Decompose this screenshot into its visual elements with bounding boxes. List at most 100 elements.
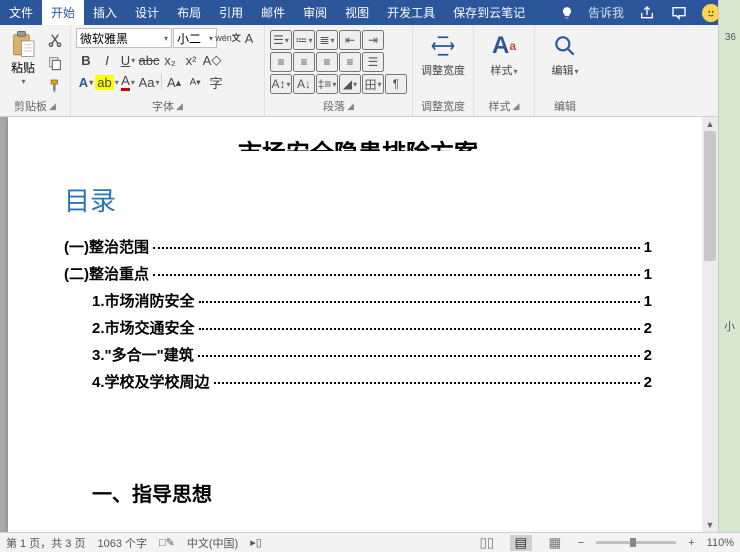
superscript-button[interactable]: x² [181, 50, 201, 70]
decrease-indent-button[interactable]: ⇤ [339, 30, 361, 50]
tab-insert[interactable]: 插入 [84, 0, 126, 25]
vertical-scrollbar[interactable]: ▲ ▼ [702, 117, 718, 532]
copy-button[interactable] [45, 53, 65, 73]
view-print-button[interactable]: ▤ [510, 535, 532, 551]
text-effects-button[interactable]: A▾ [76, 72, 96, 92]
toc-entry[interactable]: 4.学校及学校周边2 [64, 371, 652, 392]
group-styles: Aa 样式▾ 样式◢ [474, 25, 535, 116]
document-area: 市场安全隐患排除方案 目录 (一)整治范围1 (二)整治重点1 1.市场消防安全… [0, 117, 718, 532]
adjust-width-button[interactable]: 调整宽度 [418, 28, 468, 78]
font-launcher-icon[interactable]: ◢ [176, 101, 183, 112]
zoom-in-button[interactable]: + [688, 537, 694, 549]
strike-button[interactable]: abc [139, 50, 159, 70]
text-direction-button[interactable]: A↕▾ [270, 74, 292, 94]
align-center-button[interactable]: ≡ [293, 52, 315, 72]
status-spellcheck-icon[interactable]: □✎ [159, 536, 175, 549]
paste-button[interactable]: 粘贴▾ [5, 28, 41, 96]
group-width: 调整宽度 调整宽度 [413, 25, 474, 116]
lightbulb-icon[interactable] [560, 6, 574, 20]
enclose-char-button[interactable]: 字 [206, 72, 226, 92]
find-icon [551, 32, 579, 60]
bullets-button[interactable]: ☰▾ [270, 30, 292, 50]
status-bar: 第 1 页，共 3 页 1063 个字 □✎ 中文(中国) ▸▯ ▯▯ ▤ ▦ … [0, 532, 740, 552]
grow-font-button[interactable]: A▴ [164, 72, 184, 92]
show-marks-button[interactable]: ¶ [385, 74, 407, 94]
group-font-label: 字体 [152, 98, 174, 114]
format-painter-button[interactable] [45, 76, 65, 96]
scroll-down-icon[interactable]: ▼ [702, 518, 718, 532]
font-name-combo[interactable]: 微软雅黑▾ [76, 28, 172, 48]
highlight-button[interactable]: ab▾ [97, 72, 117, 92]
align-left-button[interactable]: ≡ [270, 52, 292, 72]
zoom-out-button[interactable]: − [578, 537, 584, 549]
increase-indent-button[interactable]: ⇥ [362, 30, 384, 50]
multilevel-button[interactable]: ≣▾ [316, 30, 338, 50]
align-right-button[interactable]: ≡ [316, 52, 338, 72]
group-paragraph-label: 段落 [323, 98, 345, 114]
tab-save-cloud[interactable]: 保存到云笔记 [444, 0, 534, 25]
zoom-level[interactable]: 110% [707, 537, 734, 549]
tab-design[interactable]: 设计 [126, 0, 168, 25]
font-size-combo[interactable]: 小二▾ [173, 28, 217, 48]
phonetic-guide-button[interactable]: wén文 [218, 28, 238, 48]
status-page[interactable]: 第 1 页，共 3 页 [6, 535, 85, 551]
char-border-button[interactable]: A [239, 28, 259, 48]
zoom-slider[interactable] [596, 541, 676, 544]
tab-devtools[interactable]: 开发工具 [378, 0, 444, 25]
italic-button[interactable]: I [97, 50, 117, 70]
bold-button[interactable]: B [76, 50, 96, 70]
subscript-button[interactable]: x₂ [160, 50, 180, 70]
line-spacing-button[interactable]: ‡≡▾ [316, 74, 338, 94]
font-color-button[interactable]: A▾ [118, 72, 138, 92]
scroll-up-icon[interactable]: ▲ [702, 117, 718, 131]
sort-button[interactable]: A↓ [293, 74, 315, 94]
tab-review[interactable]: 审阅 [294, 0, 336, 25]
status-word-count[interactable]: 1063 个字 [97, 535, 147, 551]
section-heading: 一、指导思想 [64, 478, 652, 507]
group-clipboard-label: 剪贴板 [14, 98, 47, 114]
editing-button[interactable]: 编辑▾ [540, 28, 590, 78]
group-clipboard: 粘贴▾ 剪贴板◢ [0, 25, 71, 116]
toc-entry[interactable]: 1.市场消防安全1 [64, 290, 652, 311]
status-language[interactable]: 中文(中国) [187, 535, 238, 551]
view-web-button[interactable]: ▦ [544, 535, 566, 551]
tell-me-label[interactable]: 告诉我 [588, 4, 624, 21]
clear-format-button[interactable]: A◇ [202, 50, 222, 70]
group-styles-label: 样式 [489, 98, 511, 114]
clipboard-launcher-icon[interactable]: ◢ [49, 101, 56, 112]
toc-heading: 目录 [64, 181, 652, 218]
tab-home[interactable]: 开始 [42, 0, 84, 25]
tab-layout[interactable]: 布局 [168, 0, 210, 25]
underline-button[interactable]: U▾ [118, 50, 138, 70]
tab-view[interactable]: 视图 [336, 0, 378, 25]
paste-label: 粘贴 [11, 59, 35, 76]
group-paragraph: ☰▾ ≔▾ ≣▾ ⇤ ⇥ ≡ ≡ ≡ ≡ ☰ A↕▾ A↓ ‡≡▾ [265, 25, 413, 116]
page[interactable]: 市场安全隐患排除方案 目录 (一)整治范围1 (二)整治重点1 1.市场消防安全… [8, 117, 708, 532]
shrink-font-button[interactable]: A▾ [185, 72, 205, 92]
side-panel-char: 小 [724, 318, 735, 334]
share-icon[interactable] [638, 4, 656, 22]
tab-mailings[interactable]: 邮件 [252, 0, 294, 25]
tab-file[interactable]: 文件 [0, 0, 42, 25]
justify-button[interactable]: ≡ [339, 52, 361, 72]
numbering-button[interactable]: ≔▾ [293, 30, 315, 50]
tab-references[interactable]: 引用 [210, 0, 252, 25]
paragraph-launcher-icon[interactable]: ◢ [347, 101, 354, 112]
title-bar: 文件 开始 插入 设计 布局 引用 邮件 审阅 视图 开发工具 保存到云笔记 告… [0, 0, 740, 25]
toc-entry[interactable]: 3."多合一"建筑2 [64, 344, 652, 365]
borders-button[interactable]: 田▾ [362, 74, 384, 94]
shading-button[interactable]: ◢▾ [339, 74, 361, 94]
char-scale-button[interactable]: Aa▾ [139, 72, 159, 92]
width-icon [429, 32, 457, 60]
status-macro-icon[interactable]: ▸▯ [250, 536, 262, 549]
distribute-button[interactable]: ☰ [362, 52, 384, 72]
toc-entry[interactable]: 2.市场交通安全2 [64, 317, 652, 338]
styles-button[interactable]: Aa 样式▾ [479, 28, 529, 78]
scroll-thumb[interactable] [704, 131, 716, 261]
view-read-button[interactable]: ▯▯ [476, 535, 498, 551]
styles-launcher-icon[interactable]: ◢ [513, 101, 520, 112]
comment-icon[interactable] [670, 4, 688, 22]
cut-button[interactable] [45, 30, 65, 50]
toc-entry[interactable]: (二)整治重点1 [64, 263, 652, 284]
toc-entry[interactable]: (一)整治范围1 [64, 236, 652, 257]
